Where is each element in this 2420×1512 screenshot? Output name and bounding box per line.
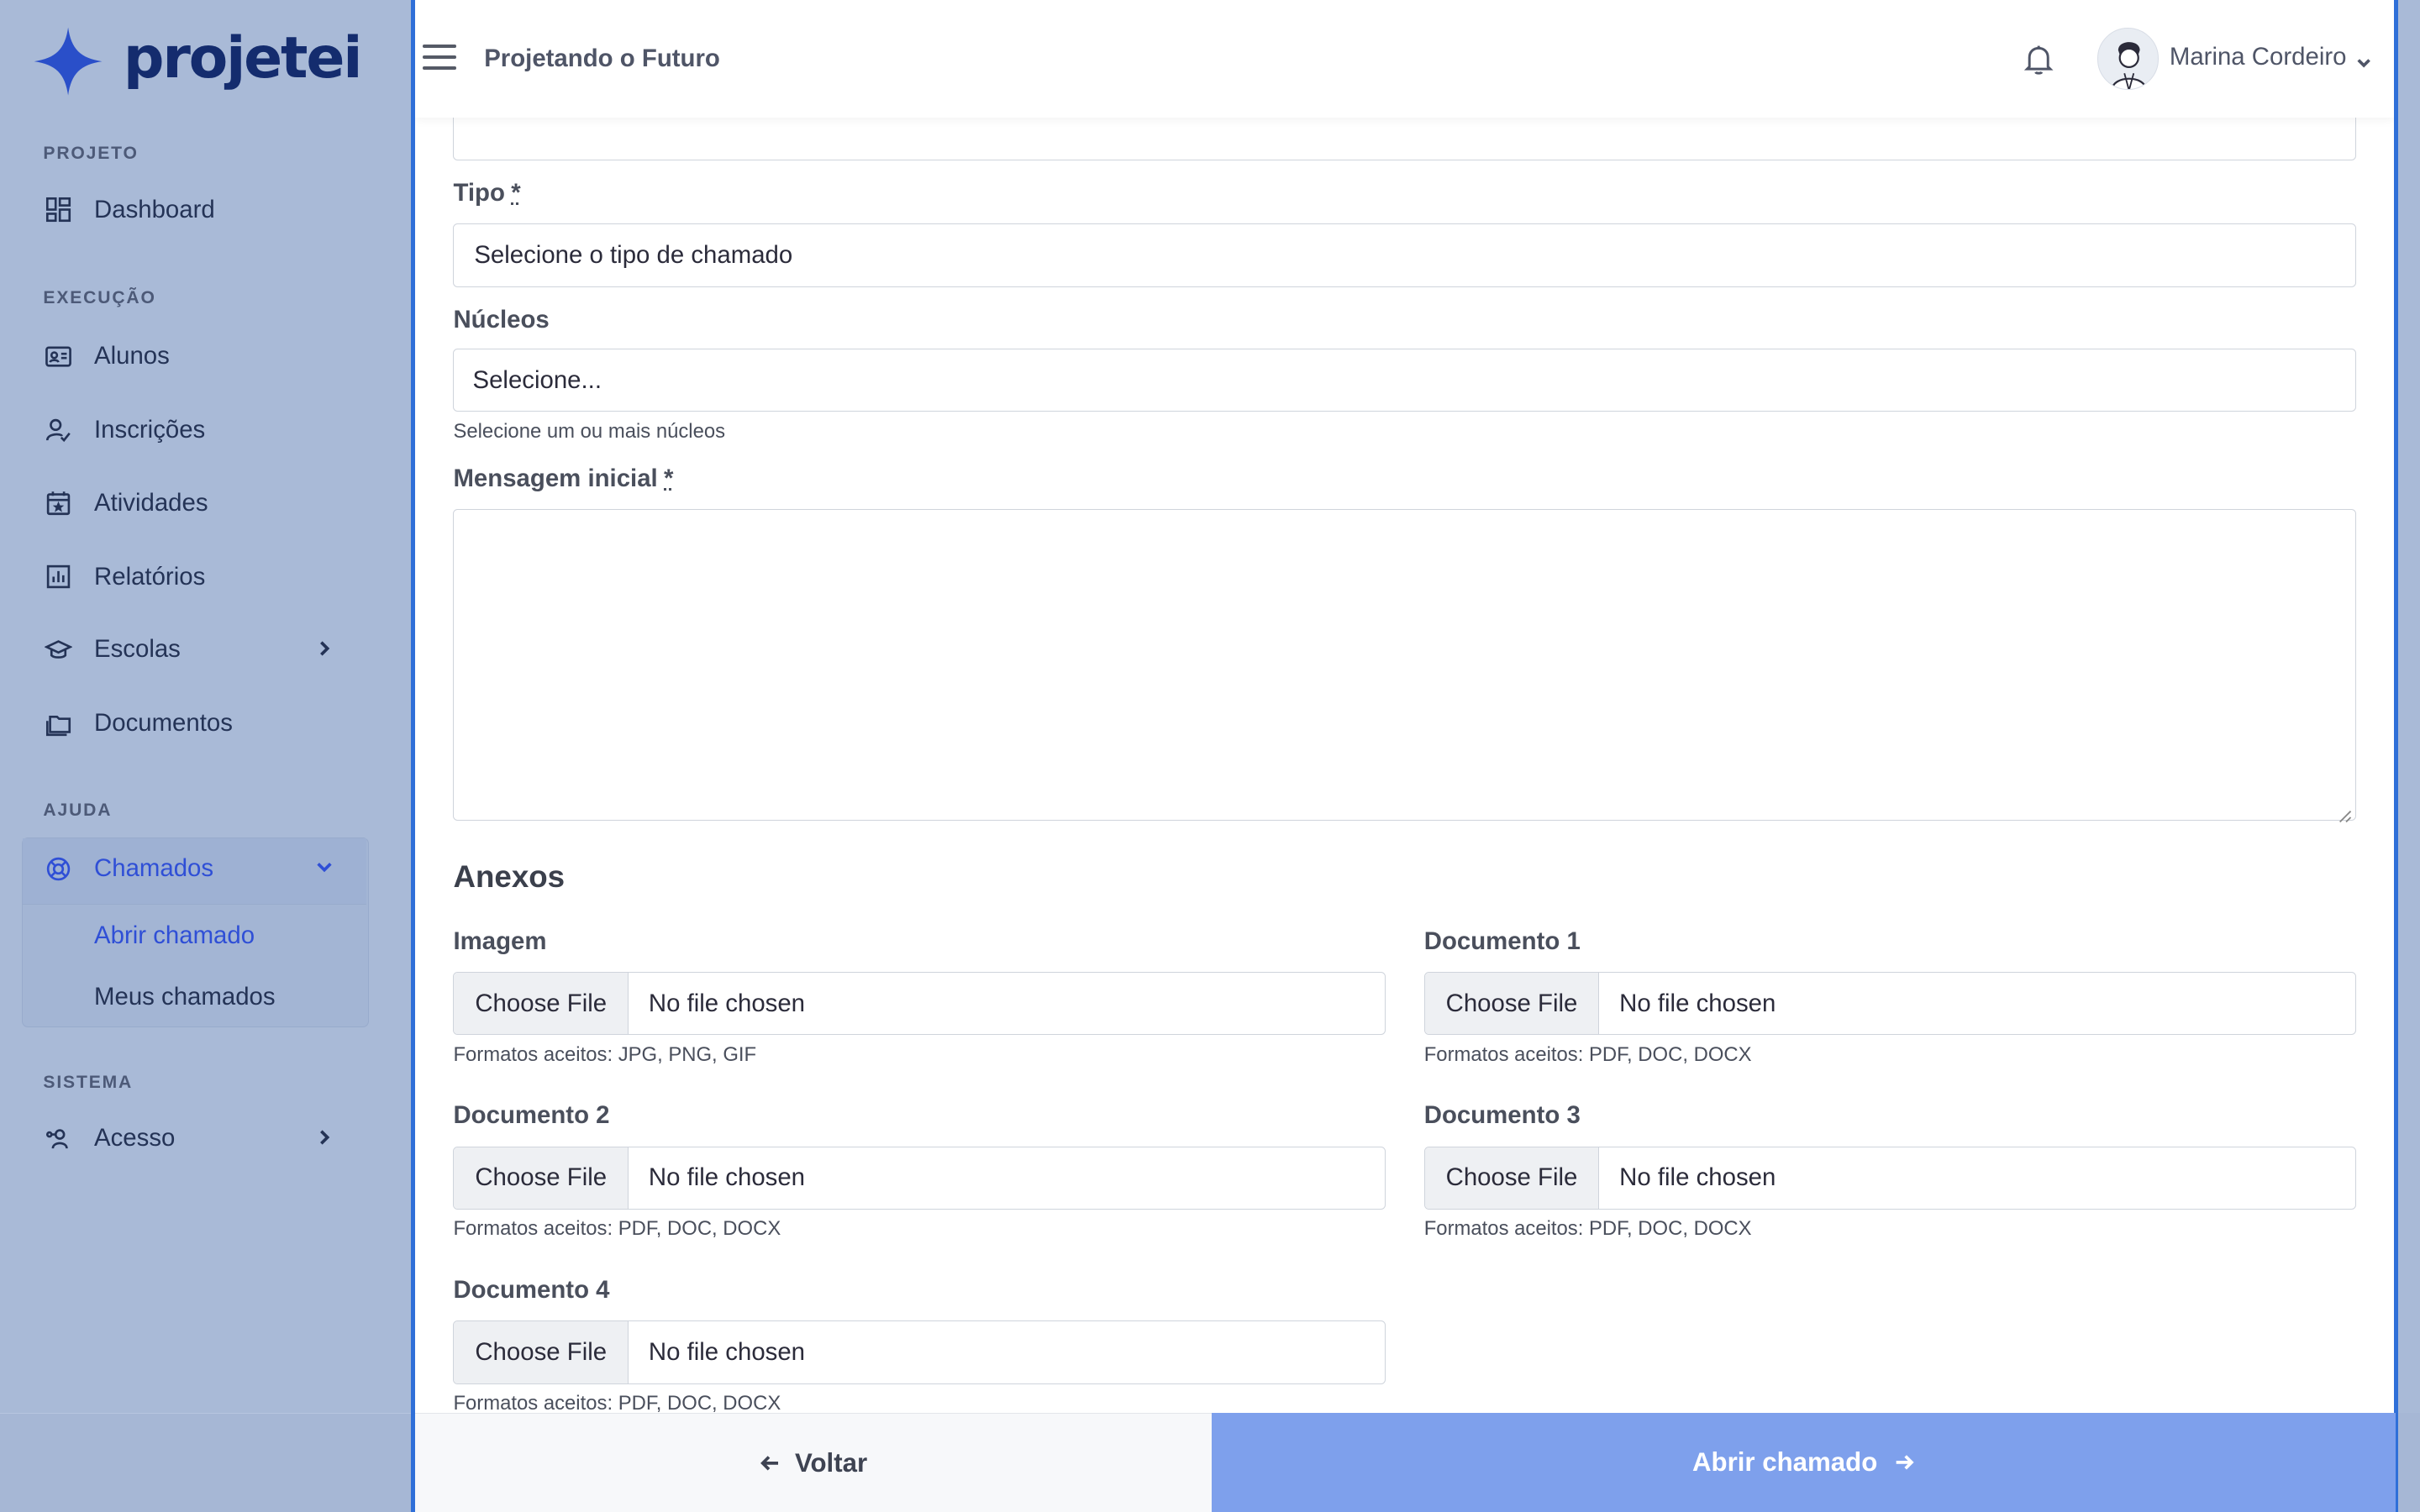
choose-file-button[interactable]: Choose File: [454, 1321, 629, 1383]
calendar-star-icon: [43, 487, 74, 518]
section-label-projeto: PROJETO: [43, 143, 139, 163]
sidebar-item-chamados[interactable]: Chamados: [43, 848, 351, 889]
attachment-label-imagem: Imagem: [453, 927, 547, 955]
file-input-documento-2[interactable]: Choose File No file chosen: [453, 1146, 1386, 1210]
attachment-help-documento-1: Formatos aceitos: PDF, DOC, DOCX: [1423, 1042, 1752, 1066]
project-name: Projetando o Futuro: [484, 45, 720, 73]
submit-button-label: Abrir chamado: [1691, 1447, 1878, 1478]
sidebar-item-label: Dashboard: [94, 195, 215, 223]
mensagem-textarea[interactable]: [453, 509, 2357, 822]
action-bar: Voltar Abrir chamado: [415, 1413, 2396, 1512]
tipo-label: Tipo *: [453, 179, 521, 207]
required-mark: *: [511, 179, 521, 207]
sidebar-item-acesso[interactable]: Acesso: [43, 1119, 351, 1159]
dashboard-icon: [43, 194, 74, 225]
bell-icon[interactable]: [2022, 42, 2055, 76]
sidebar-item-documentos[interactable]: Documentos: [43, 704, 351, 744]
chevron-down-icon: [315, 855, 339, 879]
file-input-documento-3[interactable]: Choose File No file chosen: [1423, 1146, 2357, 1210]
file-input-documento-1[interactable]: Choose File No file chosen: [1423, 972, 2357, 1036]
choose-file-button[interactable]: Choose File: [454, 1147, 629, 1209]
section-label-execucao: EXECUÇÃO: [43, 288, 156, 308]
sidebar: projetei PROJETO Dashboard EXECUÇÃO Alun…: [0, 0, 389, 1414]
required-mark: *: [664, 464, 674, 492]
submenu-item-abrir-chamado[interactable]: Abrir chamado: [94, 921, 255, 950]
sidebar-item-label: Atividades: [94, 488, 208, 517]
attachment-label-documento-2: Documento 2: [453, 1101, 610, 1130]
sidebar-item-alunos[interactable]: Alunos: [43, 336, 351, 376]
anexos-title: Anexos: [453, 859, 566, 895]
attachment-help-documento-3: Formatos aceitos: PDF, DOC, DOCX: [1423, 1217, 1752, 1241]
submenu-item-meus-chamados[interactable]: Meus chamados: [94, 983, 276, 1011]
sidebar-item-label: Inscrições: [94, 416, 206, 444]
back-button-label: Voltar: [794, 1447, 868, 1478]
sidebar-item-label: Documentos: [94, 709, 233, 738]
avatar[interactable]: [2096, 28, 2159, 90]
file-status: No file chosen: [648, 1337, 806, 1366]
sidebar-item-label: Chamados: [94, 854, 214, 883]
main-panel: Projetando o Futuro Marina Cordeiro Tipo…: [410, 0, 2399, 1512]
star-logo-icon: [34, 28, 103, 96]
brand-name: projetei: [123, 24, 363, 92]
choose-file-button[interactable]: Choose File: [1424, 973, 1600, 1035]
attachment-help-documento-4: Formatos aceitos: PDF, DOC, DOCX: [453, 1391, 781, 1415]
topbar: Projetando o Futuro Marina Cordeiro: [414, 0, 2395, 118]
file-status: No file chosen: [648, 1163, 806, 1192]
attachment-label-documento-1: Documento 1: [1423, 927, 1581, 955]
arrow-left-icon: [760, 1456, 778, 1471]
resize-handle-icon[interactable]: [2337, 801, 2352, 822]
sidebar-item-dashboard[interactable]: Dashboard: [43, 190, 351, 230]
brand-logo[interactable]: projetei: [31, 24, 363, 98]
section-label-ajuda: AJUDA: [43, 801, 113, 821]
nucleos-help-text: Selecione um ou mais núcleos: [453, 419, 726, 443]
chevron-right-icon: [315, 1125, 339, 1149]
section-label-sistema: SISTEMA: [43, 1072, 134, 1092]
folders-icon: [43, 708, 74, 739]
sidebar-item-label: Relatórios: [94, 562, 206, 591]
user-check-icon: [43, 415, 74, 446]
arrow-right-icon: [1896, 1455, 1914, 1470]
mensagem-label: Mensagem inicial *: [453, 464, 674, 492]
file-status: No file chosen: [1619, 1163, 1776, 1192]
users-key-icon: [43, 1123, 74, 1154]
chevron-right-icon: [315, 636, 339, 660]
sidebar-item-escolas[interactable]: Escolas: [43, 629, 351, 669]
user-name[interactable]: Marina Cordeiro: [2170, 43, 2347, 71]
chevron-down-icon[interactable]: [2356, 50, 2375, 68]
sidebar-item-label: Alunos: [94, 342, 170, 370]
sidebar-item-atividades[interactable]: Atividades: [43, 483, 351, 523]
attachment-label-documento-3: Documento 3: [1423, 1101, 1581, 1130]
lifebuoy-icon: [43, 853, 74, 885]
nucleos-multiselect[interactable]: Selecione...: [453, 349, 2357, 412]
graduation-cap-icon: [43, 634, 74, 665]
user-avatar-illustration-icon: [2111, 42, 2147, 89]
sidebar-item-label: Escolas: [94, 635, 181, 664]
bar-chart-icon: [43, 562, 74, 593]
choose-file-button[interactable]: Choose File: [1424, 1147, 1600, 1209]
attachment-help-imagem: Formatos aceitos: JPG, PNG, GIF: [453, 1042, 757, 1066]
choose-file-button[interactable]: Choose File: [454, 973, 629, 1035]
sidebar-item-relatorios[interactable]: Relatórios: [43, 557, 351, 597]
file-input-imagem[interactable]: Choose File No file chosen: [453, 972, 1386, 1036]
file-input-documento-4[interactable]: Choose File No file chosen: [453, 1320, 1386, 1384]
sidebar-item-label: Acesso: [94, 1124, 176, 1152]
sidebar-item-inscricoes[interactable]: Inscrições: [43, 411, 351, 451]
attachment-label-documento-4: Documento 4: [453, 1275, 610, 1304]
hamburger-menu-icon[interactable]: [422, 45, 457, 72]
submit-ticket-button[interactable]: Abrir chamado: [1211, 1413, 2396, 1512]
attachment-help-documento-2: Formatos aceitos: PDF, DOC, DOCX: [453, 1217, 781, 1241]
file-status: No file chosen: [648, 989, 806, 1017]
back-button[interactable]: Voltar: [415, 1413, 1212, 1512]
tipo-select[interactable]: Selecione o tipo de chamado: [453, 223, 2357, 287]
nucleos-label: Núcleos: [453, 305, 550, 333]
file-status: No file chosen: [1619, 989, 1776, 1017]
id-card-icon: [43, 341, 74, 372]
